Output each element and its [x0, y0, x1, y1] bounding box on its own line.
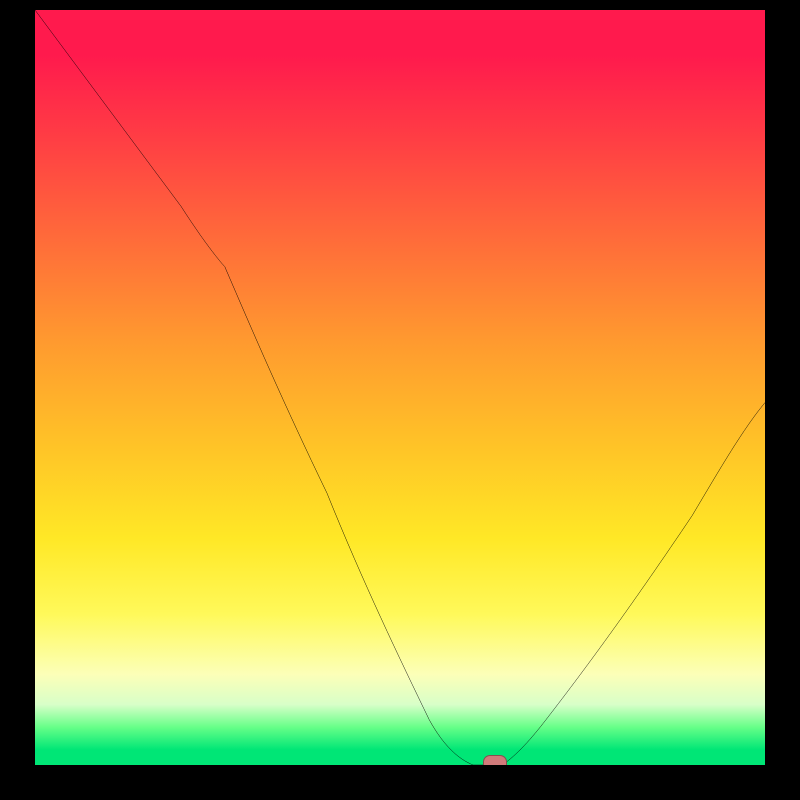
- plot-area: [35, 10, 765, 765]
- bottleneck-curve: [35, 10, 765, 765]
- chart-frame: TheBottleneck.com: [0, 0, 800, 800]
- optimal-point-marker: [483, 755, 507, 765]
